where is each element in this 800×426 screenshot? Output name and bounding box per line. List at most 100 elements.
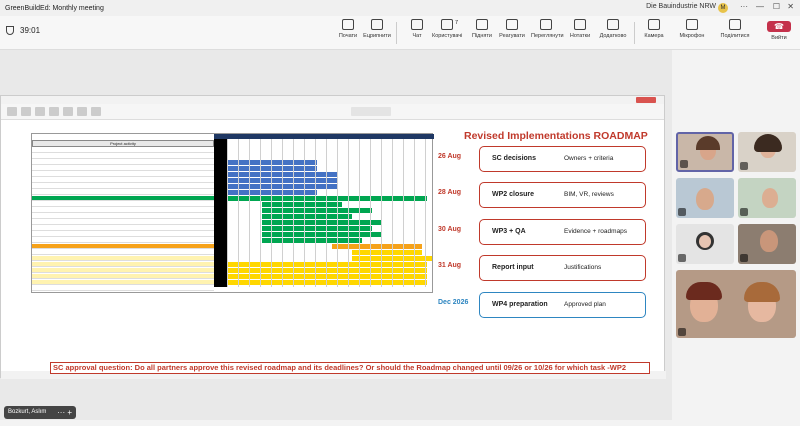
shield-icon [6,26,14,35]
gantt-gridline [425,139,426,287]
gantt-bar [227,274,427,279]
gantt-bar [262,214,352,219]
gantt-gridline [227,139,228,287]
participant-video-tile[interactable] [676,270,796,338]
title-bar: GreenBuildEd: Monthly meeting Die Bauind… [0,0,800,16]
gantt-row [32,148,214,153]
gantt-row [32,256,214,261]
gantt-gridline [359,139,360,287]
more-options-icon[interactable]: ··· [740,2,748,11]
more-icon [607,19,619,30]
gantt-caption: Project activity [32,140,214,147]
participant-video-tile[interactable] [676,132,734,172]
notes-icon [574,19,586,30]
gantt-row [32,226,214,231]
mic-muted-icon [740,208,748,216]
gantt-bar [262,220,382,225]
step-title: Report input [492,264,534,271]
gantt-row [32,190,214,195]
gantt-row [32,160,214,165]
meeting-timer: 39:01 [6,26,40,35]
participant-video-tile[interactable] [738,132,796,172]
people-count-badge: 7 [455,20,459,26]
step-detail: Owners + criteria [564,155,614,162]
step-date: 30 Aug [438,226,462,233]
share-button[interactable]: Ецрипнити [362,19,392,39]
participant-video-tile[interactable] [738,224,796,264]
gantt-row [32,244,214,249]
gantt-row [32,286,214,291]
step-title: SC decisions [492,155,536,162]
start-button[interactable]: Почати [333,19,363,39]
avatar[interactable]: M [718,3,728,13]
roadmap-title: Revised Implementations ROADMAP [464,130,648,142]
excel-title-bar [1,96,664,104]
raise-hand-icon [476,19,488,30]
maximize-icon[interactable]: ☐ [773,2,780,11]
step-detail: BIM, VR, reviews [564,191,614,198]
close-icon[interactable]: ✕ [787,2,794,11]
share-screen-icon [729,19,741,30]
window-title: GreenBuildEd: Monthly meeting [5,4,104,12]
chat-icon [411,19,423,30]
camera-button[interactable]: Камера [639,19,669,39]
gantt-row [32,172,214,177]
gantt-bar [262,208,372,213]
gantt-bar [227,262,427,267]
participant-video-tile[interactable] [676,178,734,218]
mic-icon [686,19,698,30]
gantt-row [32,196,214,201]
roadmap-step: WP2 closure BIM, VR, reviews [479,182,646,208]
roadmap-step: WP4 preparation Approved plan [479,292,646,318]
participant-gallery [674,50,800,426]
minimize-icon[interactable]: — [756,2,764,11]
gantt-row [32,214,214,219]
self-view-namecard[interactable]: Bozkurt, Aslım ··· + [4,406,76,419]
participant-video-tile[interactable] [676,224,734,264]
step-title: WP2 closure [492,191,535,198]
gantt-gridline [337,139,338,287]
step-detail: Approved plan [564,301,606,308]
gantt-bar [262,232,382,237]
people-icon [441,19,453,30]
gantt-gridline [326,139,327,287]
view-icon [540,19,552,30]
expand-icon[interactable]: ··· + [57,406,72,419]
gantt-row [32,238,214,243]
gantt-row [32,232,214,237]
roadmap-step: Report input Justifications [479,255,646,281]
leave-button[interactable]: ☎ Вийти [764,21,794,46]
gantt-gridline [348,139,349,287]
gantt-row [32,220,214,225]
gantt-row [32,166,214,171]
participant-video-tile[interactable] [738,178,796,218]
mic-muted-icon [678,208,686,216]
view-button[interactable]: Переглянути [531,19,564,39]
mic-muted-icon [740,162,748,170]
mic-button[interactable]: Мікрофон [677,19,707,39]
step-date: Dec 2026 [438,299,469,306]
step-date: 26 Aug [438,153,462,160]
gantt-gridline [238,139,239,287]
shared-screen: Project activity Revised Implementations… [0,95,666,379]
gantt-gridline [271,139,272,287]
timer-text: 39:01 [20,26,41,35]
gantt-gridline [392,139,393,287]
gantt-bar [227,280,427,285]
gantt-bar [262,226,372,231]
share-screen-button[interactable]: Поділитися [720,19,750,39]
gantt-row [32,274,214,279]
mic-muted-icon [740,254,748,262]
gantt-bar [227,268,427,273]
gantt-gridline [370,139,371,287]
step-date: 31 Aug [438,262,462,269]
gantt-row [32,268,214,273]
phone-hangup-icon: ☎ [767,21,791,32]
camera-icon [648,19,660,30]
org-name: Die Bauindustrie NRW [646,3,716,10]
react-button[interactable]: Реагувати [497,19,527,39]
chat-button[interactable]: Чат [402,19,432,39]
raise-hand-button[interactable]: Підняти [467,19,497,39]
more-button[interactable]: Додатково [598,19,628,39]
notes-button[interactable]: Нотатки [565,19,595,39]
